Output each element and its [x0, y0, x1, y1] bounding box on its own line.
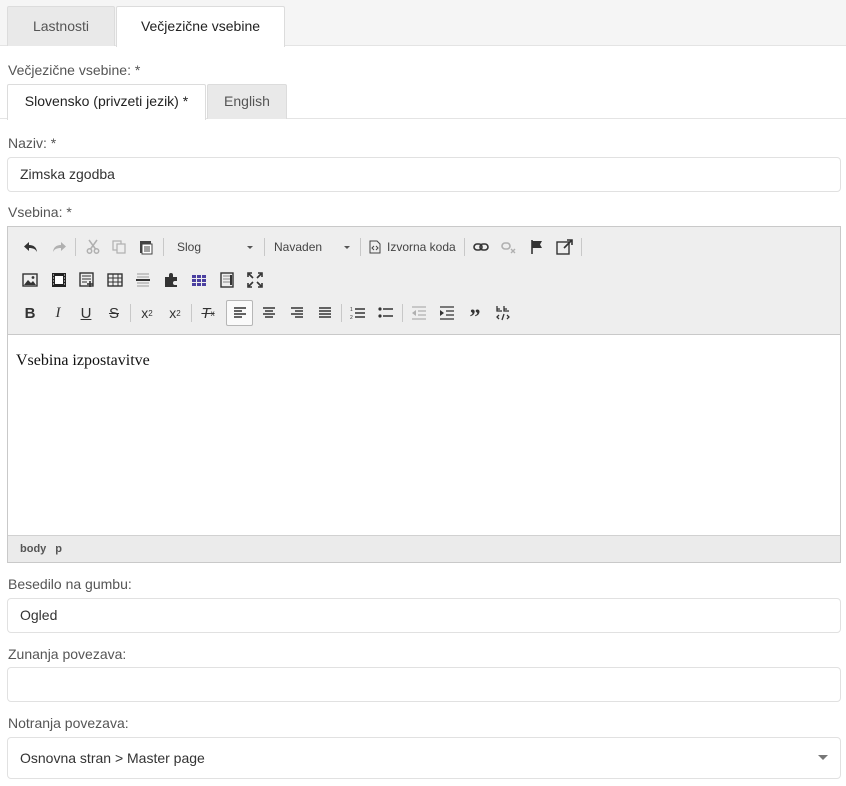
- rich-text-editor: Slog Navaden Izvorna koda B I U S x2 x2: [7, 226, 841, 563]
- anchor-icon[interactable]: [526, 236, 548, 258]
- svg-text:1: 1: [350, 307, 353, 313]
- tab-lang-slovenian[interactable]: Slovensko (privzeti jezik) *: [7, 84, 206, 120]
- editor-toolbar: Slog Navaden Izvorna koda B I U S x2 x2: [8, 227, 840, 335]
- outdent-icon[interactable]: [408, 302, 430, 324]
- open-link-icon[interactable]: [554, 236, 576, 258]
- indent-icon[interactable]: [436, 302, 458, 324]
- plugin-icon[interactable]: [160, 269, 182, 291]
- toolbar-separator: [341, 304, 342, 322]
- toolbar-separator: [130, 304, 131, 322]
- source-icon: [369, 240, 381, 254]
- internal-link-label: Notranja povezava:: [8, 715, 129, 731]
- templates-icon[interactable]: [76, 269, 98, 291]
- show-blocks-icon[interactable]: [492, 302, 514, 324]
- external-link-label: Zunanja povezava:: [8, 646, 127, 662]
- external-link-input[interactable]: [7, 667, 841, 702]
- numbered-list-icon[interactable]: 12: [347, 302, 369, 324]
- grid-icon[interactable]: [188, 269, 210, 291]
- editor-element-path: body p: [8, 535, 840, 562]
- remove-format-icon[interactable]: Tx: [197, 302, 219, 324]
- align-center-icon[interactable]: [258, 302, 280, 324]
- name-input[interactable]: Zimska zgodba: [7, 157, 841, 192]
- table-icon[interactable]: [104, 269, 126, 291]
- unlink-icon[interactable]: [498, 236, 520, 258]
- subscript-icon[interactable]: x2: [136, 302, 158, 324]
- chevron-down-icon: [818, 755, 828, 760]
- language-tab-bar: Slovensko (privzeti jezik) * English: [0, 84, 846, 120]
- align-left-icon[interactable]: [226, 300, 253, 326]
- chevron-down-icon: [344, 246, 350, 249]
- content-label: Vsebina: *: [8, 204, 72, 220]
- blockquote-icon[interactable]: ”: [464, 302, 486, 328]
- iframe-icon[interactable]: [216, 269, 238, 291]
- name-label: Naziv: *: [8, 135, 57, 151]
- style-combo-label: Slog: [177, 240, 202, 254]
- strikethrough-icon[interactable]: S: [103, 302, 125, 324]
- align-right-icon[interactable]: [286, 302, 308, 324]
- italic-icon[interactable]: I: [47, 302, 69, 324]
- style-combo[interactable]: Slog: [177, 236, 257, 258]
- toolbar-separator: [464, 238, 465, 256]
- tab-multilanguage-content[interactable]: Večjezične vsebine: [116, 6, 285, 47]
- button-text-label: Besedilo na gumbu:: [8, 576, 132, 592]
- paste-icon[interactable]: [135, 236, 157, 258]
- underline-icon[interactable]: U: [75, 302, 97, 324]
- toolbar-separator: [264, 238, 265, 256]
- toolbar-separator: [360, 238, 361, 256]
- toolbar-separator: [191, 304, 192, 322]
- link-icon[interactable]: [470, 236, 492, 258]
- bold-icon[interactable]: B: [19, 302, 41, 324]
- editor-content-area[interactable]: Vsebina izpostavitve: [8, 335, 840, 535]
- path-p[interactable]: p: [55, 543, 62, 555]
- svg-text:2: 2: [350, 315, 353, 320]
- bulleted-list-icon[interactable]: [375, 302, 397, 324]
- format-combo-label: Navaden: [274, 240, 323, 254]
- maximize-icon[interactable]: [244, 269, 266, 291]
- tab-properties[interactable]: Lastnosti: [7, 6, 115, 46]
- superscript-icon[interactable]: x2: [164, 302, 186, 324]
- path-body[interactable]: body: [20, 543, 46, 555]
- editor-paragraph[interactable]: Vsebina izpostavitve: [16, 352, 832, 370]
- video-icon[interactable]: [48, 269, 70, 291]
- main-tab-bar: Lastnosti Večjezične vsebine: [0, 0, 846, 47]
- internal-link-value: Osnovna stran > Master page: [20, 750, 205, 766]
- redo-icon[interactable]: [48, 236, 70, 258]
- source-label: Izvorna koda: [387, 240, 456, 254]
- toolbar-separator: [163, 238, 164, 256]
- cut-icon[interactable]: [82, 236, 104, 258]
- button-text-input[interactable]: Ogled: [7, 598, 841, 633]
- image-icon[interactable]: [19, 269, 41, 291]
- align-justify-icon[interactable]: [314, 302, 336, 324]
- toolbar-separator: [402, 304, 403, 322]
- horizontal-rule-icon[interactable]: [132, 269, 154, 291]
- toolbar-separator: [581, 238, 582, 256]
- internal-link-select[interactable]: Osnovna stran > Master page: [7, 737, 841, 779]
- multilang-label: Večjezične vsebine: *: [8, 62, 141, 78]
- chevron-down-icon: [247, 246, 253, 249]
- undo-icon[interactable]: [20, 236, 42, 258]
- tab-lang-english[interactable]: English: [207, 84, 287, 119]
- format-combo[interactable]: Navaden: [274, 236, 354, 258]
- copy-icon[interactable]: [108, 236, 130, 258]
- toolbar-separator: [75, 238, 76, 256]
